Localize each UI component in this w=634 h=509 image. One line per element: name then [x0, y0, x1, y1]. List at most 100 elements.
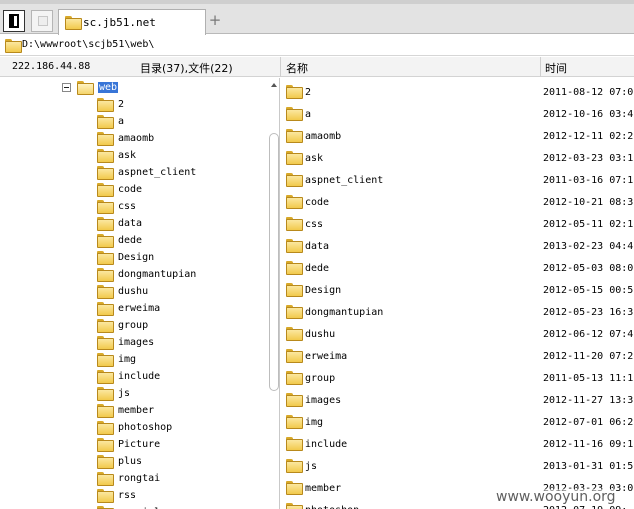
file-time: 2012-05-11 02:1 — [543, 219, 634, 230]
tree-item-label: ask — [118, 150, 137, 161]
list-item[interactable]: dede 2012-05-03 08:0 — [281, 257, 634, 279]
tree-item-label: css — [118, 201, 137, 212]
tree-item-label: dongmantupian — [118, 269, 197, 280]
file-name: group — [305, 373, 336, 384]
tree-item-label: photoshop — [118, 422, 173, 433]
list-item[interactable]: amaomb 2012-12-11 02:2 — [281, 125, 634, 147]
file-time: 2011-03-16 07:1 — [543, 175, 634, 186]
folder-tree: web 2 a amaomb ask aspnet_client code css data d… — [0, 78, 280, 509]
file-name: 2 — [305, 87, 312, 98]
folder-icon — [97, 183, 114, 197]
list-item[interactable]: data 2013-02-23 04:4 — [281, 235, 634, 257]
collapse-icon[interactable] — [62, 83, 71, 92]
list-item[interactable]: dushu 2012-06-12 07:4 — [281, 323, 634, 345]
folder-icon — [97, 319, 114, 333]
tree-scrollbar[interactable] — [268, 78, 279, 509]
folder-icon — [97, 370, 114, 384]
folder-icon — [97, 166, 114, 180]
tree-item-label: 2 — [118, 99, 125, 110]
list-item[interactable]: a 2012-10-16 03:4 — [281, 103, 634, 125]
file-name: img — [305, 417, 324, 428]
path-input[interactable]: D:\wwwroot\scjb51\web\ — [22, 39, 154, 50]
tab-bar-top-strip — [0, 0, 634, 4]
tree-item-label: group — [118, 320, 149, 331]
folder-icon — [97, 285, 114, 299]
folder-icon — [286, 239, 303, 253]
tree-item-label: plus — [118, 456, 143, 467]
file-time: 2012-03-23 03:1 — [543, 153, 634, 164]
column-divider[interactable] — [280, 57, 281, 77]
tab-active[interactable]: sc.jb51.net — [58, 9, 206, 35]
toggle-panel-button[interactable] — [3, 10, 25, 32]
list-item[interactable]: group 2011-05-13 11:1 — [281, 367, 634, 389]
folder-icon — [97, 98, 114, 112]
folder-icon — [97, 438, 114, 452]
list-item[interactable]: code 2012-10-21 08:3 — [281, 191, 634, 213]
list-item[interactable]: aspnet_client 2011-03-16 07:1 — [281, 169, 634, 191]
dir-file-count: 目录(37),文件(22) — [140, 62, 233, 75]
tree-item-label: dushu — [118, 286, 149, 297]
add-tab-button[interactable]: + — [208, 12, 222, 28]
panel-icon — [9, 14, 19, 28]
scroll-up-icon[interactable] — [271, 83, 277, 87]
list-item[interactable]: css 2012-05-11 02:1 — [281, 213, 634, 235]
list-item[interactable]: erweima 2012-11-20 07:2 — [281, 345, 634, 367]
folder-icon — [286, 173, 303, 187]
tree-item-label: aspnet_client — [118, 167, 197, 178]
file-name: Design — [305, 285, 342, 296]
file-name: aspnet_client — [305, 175, 384, 186]
file-time: 2012-05-03 08:0 — [543, 263, 634, 274]
list-item[interactable]: js 2013-01-31 01:5 — [281, 455, 634, 477]
column-divider[interactable] — [540, 57, 541, 77]
file-name: code — [305, 197, 330, 208]
folder-icon — [97, 353, 114, 367]
file-name: a — [305, 109, 312, 120]
folder-icon — [97, 302, 114, 316]
list-item[interactable]: include 2012-11-16 09:1 — [281, 433, 634, 455]
list-item[interactable]: ask 2012-03-23 03:1 — [281, 147, 634, 169]
tree-item-label: amaomb — [118, 133, 155, 144]
folder-icon — [286, 327, 303, 341]
folder-icon — [97, 132, 114, 146]
list-item[interactable]: img 2012-07-01 06:2 — [281, 411, 634, 433]
folder-icon — [97, 268, 114, 282]
list-item[interactable]: 2 2011-08-12 07:0 — [281, 81, 634, 103]
file-time: 2012-10-21 08:3 — [543, 197, 634, 208]
list-item[interactable]: dongmantupian 2012-05-23 16:3 — [281, 301, 634, 323]
host-ip: 222.186.44.88 — [12, 61, 91, 72]
watermark: www.wooyun.org — [496, 489, 616, 505]
list-item[interactable]: Design 2012-05-15 00:5 — [281, 279, 634, 301]
file-name: js — [305, 461, 318, 472]
tree-item-label: a — [118, 116, 125, 127]
folder-icon — [97, 115, 114, 129]
folder-icon — [97, 404, 114, 418]
folder-icon — [286, 195, 303, 209]
file-name: photoshop — [305, 505, 359, 509]
folder-icon — [97, 421, 114, 435]
new-window-button[interactable] — [31, 10, 53, 32]
file-time: 2012-07-19 09: — [543, 505, 627, 509]
list-item[interactable]: images 2012-11-27 13:3 — [281, 389, 634, 411]
file-time: 2012-12-11 02:2 — [543, 131, 634, 142]
file-list: 2 2011-08-12 07:0 a 2012-10-16 03:4 amaomb 20… — [281, 78, 634, 509]
folder-icon — [286, 217, 303, 231]
file-time: 2012-11-20 07:2 — [543, 351, 634, 362]
window-icon — [38, 16, 48, 26]
tree-item-label: js — [118, 388, 131, 399]
folder-icon — [97, 234, 114, 248]
folder-icon — [286, 305, 303, 319]
folder-icon — [286, 151, 303, 165]
folder-icon — [286, 437, 303, 451]
column-time-header[interactable]: 时间 — [545, 60, 567, 76]
tree-item-label: rss — [118, 490, 137, 501]
file-time: 2012-05-15 00:5 — [543, 285, 634, 296]
folder-icon — [286, 283, 303, 297]
tree-item-label: include — [118, 371, 161, 382]
folder-icon — [97, 149, 114, 163]
column-name-header[interactable]: 名称 — [286, 60, 308, 76]
folder-icon — [286, 459, 303, 473]
scrollbar-thumb[interactable] — [269, 133, 279, 391]
file-name: ask — [305, 153, 324, 164]
file-name: css — [305, 219, 324, 230]
file-name: dede — [305, 263, 330, 274]
